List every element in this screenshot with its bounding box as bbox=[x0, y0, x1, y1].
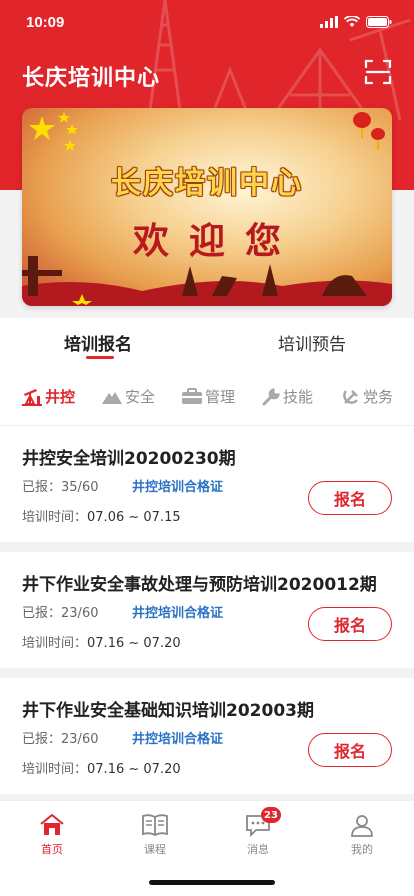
book-icon bbox=[142, 814, 168, 837]
certificate-link[interactable]: 井控培训合格证 bbox=[132, 728, 223, 747]
category-skills[interactable]: 技能 bbox=[262, 386, 313, 407]
time-label: 培训时间： bbox=[22, 636, 88, 651]
time-row: 培训时间：07.16 ~ 07.20 bbox=[22, 758, 181, 777]
mountain-icon bbox=[102, 391, 122, 404]
category-label: 安全 bbox=[125, 388, 156, 406]
signup-button[interactable]: 报名 bbox=[308, 733, 392, 767]
training-title: 井下作业安全事故处理与预防培训2020012期 bbox=[22, 575, 377, 595]
oil-pump-icon bbox=[22, 388, 42, 406]
wifi-icon bbox=[344, 16, 360, 27]
status-time: 10:09 bbox=[26, 14, 65, 31]
hammer-sickle-icon bbox=[343, 389, 358, 404]
home-icon bbox=[40, 813, 64, 835]
nav-label: 首页 bbox=[41, 843, 63, 856]
time-label: 培训时间： bbox=[22, 510, 88, 525]
signup-button[interactable]: 报名 bbox=[308, 607, 392, 641]
user-icon bbox=[351, 815, 373, 837]
briefcase-icon bbox=[182, 388, 202, 404]
category-well-control[interactable]: 井控 bbox=[22, 386, 75, 407]
category-bar: 井控 安全 管理 技能 党务 bbox=[0, 366, 414, 426]
certificate-link[interactable]: 井控培训合格证 bbox=[132, 602, 223, 621]
status-icons bbox=[320, 16, 392, 28]
time-row: 培训时间：07.06 ~ 07.15 bbox=[22, 506, 181, 525]
banner-title: 长庆培训中心 bbox=[111, 166, 303, 201]
training-title: 井下作业安全基础知识培训202003期 bbox=[22, 701, 314, 721]
category-label: 技能 bbox=[283, 388, 314, 406]
header: 10:09 长庆培训中心 长庆培训中心 欢迎您 bbox=[0, 0, 414, 318]
enrolled-label: 已报： bbox=[22, 480, 62, 495]
enrolled-row: 已报：23/60 bbox=[22, 728, 98, 747]
welcome-banner[interactable]: 长庆培训中心 欢迎您 bbox=[22, 108, 392, 306]
training-card: 井下作业安全事故处理与预防培训2020012期 已报：23/60 井控培训合格证… bbox=[0, 552, 414, 668]
battery-icon bbox=[366, 16, 392, 28]
nav-profile[interactable]: 我的 bbox=[332, 813, 392, 857]
wrench-icon bbox=[262, 387, 280, 405]
status-bar: 10:09 bbox=[0, 0, 414, 44]
nav-courses[interactable]: 课程 bbox=[125, 813, 185, 857]
training-time: 07.06 ~ 07.15 bbox=[87, 510, 181, 525]
nav-label: 我的 bbox=[351, 843, 373, 856]
tab-bar: 培训报名 培训预告 bbox=[0, 318, 414, 366]
time-row: 培训时间：07.16 ~ 07.20 bbox=[22, 632, 181, 651]
nav-label: 课程 bbox=[144, 843, 166, 856]
tab-training-preview[interactable]: 培训预告 bbox=[278, 330, 346, 355]
enrolled-label: 已报： bbox=[22, 606, 62, 621]
oilfield-silhouette-decoration bbox=[22, 256, 392, 306]
category-party-affairs[interactable]: 党务 bbox=[342, 386, 393, 407]
category-label: 井控 bbox=[45, 388, 76, 406]
time-label: 培训时间： bbox=[22, 762, 88, 777]
lantern-decoration bbox=[353, 112, 385, 150]
category-label: 管理 bbox=[205, 388, 236, 406]
nav-home[interactable]: 首页 bbox=[22, 813, 82, 857]
training-time: 07.16 ~ 07.20 bbox=[87, 762, 181, 777]
tab-training-signup[interactable]: 培训报名 bbox=[64, 330, 132, 355]
home-indicator bbox=[149, 880, 275, 885]
signal-icon bbox=[320, 16, 338, 28]
certificate-link[interactable]: 井控培训合格证 bbox=[132, 476, 223, 495]
enrolled-label: 已报： bbox=[22, 732, 62, 747]
training-title: 井控安全培训20200230期 bbox=[22, 449, 236, 469]
nav-messages[interactable]: 23 消息 bbox=[228, 807, 288, 857]
training-time: 07.16 ~ 07.20 bbox=[87, 636, 181, 651]
category-safety[interactable]: 安全 bbox=[102, 386, 155, 407]
scan-icon[interactable] bbox=[364, 58, 392, 86]
signup-button[interactable]: 报名 bbox=[308, 481, 392, 515]
nav-label: 消息 bbox=[247, 843, 269, 856]
tab-active-indicator bbox=[86, 356, 114, 359]
page-title: 长庆培训中心 bbox=[22, 66, 161, 91]
enrolled-count: 23/60 bbox=[61, 606, 99, 621]
enrolled-count: 23/60 bbox=[61, 732, 99, 747]
training-card: 井下作业安全基础知识培训202003期 已报：23/60 井控培训合格证 培训时… bbox=[0, 678, 414, 794]
category-label: 党务 bbox=[363, 388, 394, 406]
category-management[interactable]: 管理 bbox=[182, 386, 235, 407]
enrolled-row: 已报：35/60 bbox=[22, 476, 98, 495]
enrolled-count: 35/60 bbox=[61, 480, 99, 495]
enrolled-row: 已报：23/60 bbox=[22, 602, 98, 621]
message-count-badge: 23 bbox=[261, 807, 281, 823]
training-card: 井控安全培训20200230期 已报：35/60 井控培训合格证 培训时间：07… bbox=[0, 426, 414, 542]
